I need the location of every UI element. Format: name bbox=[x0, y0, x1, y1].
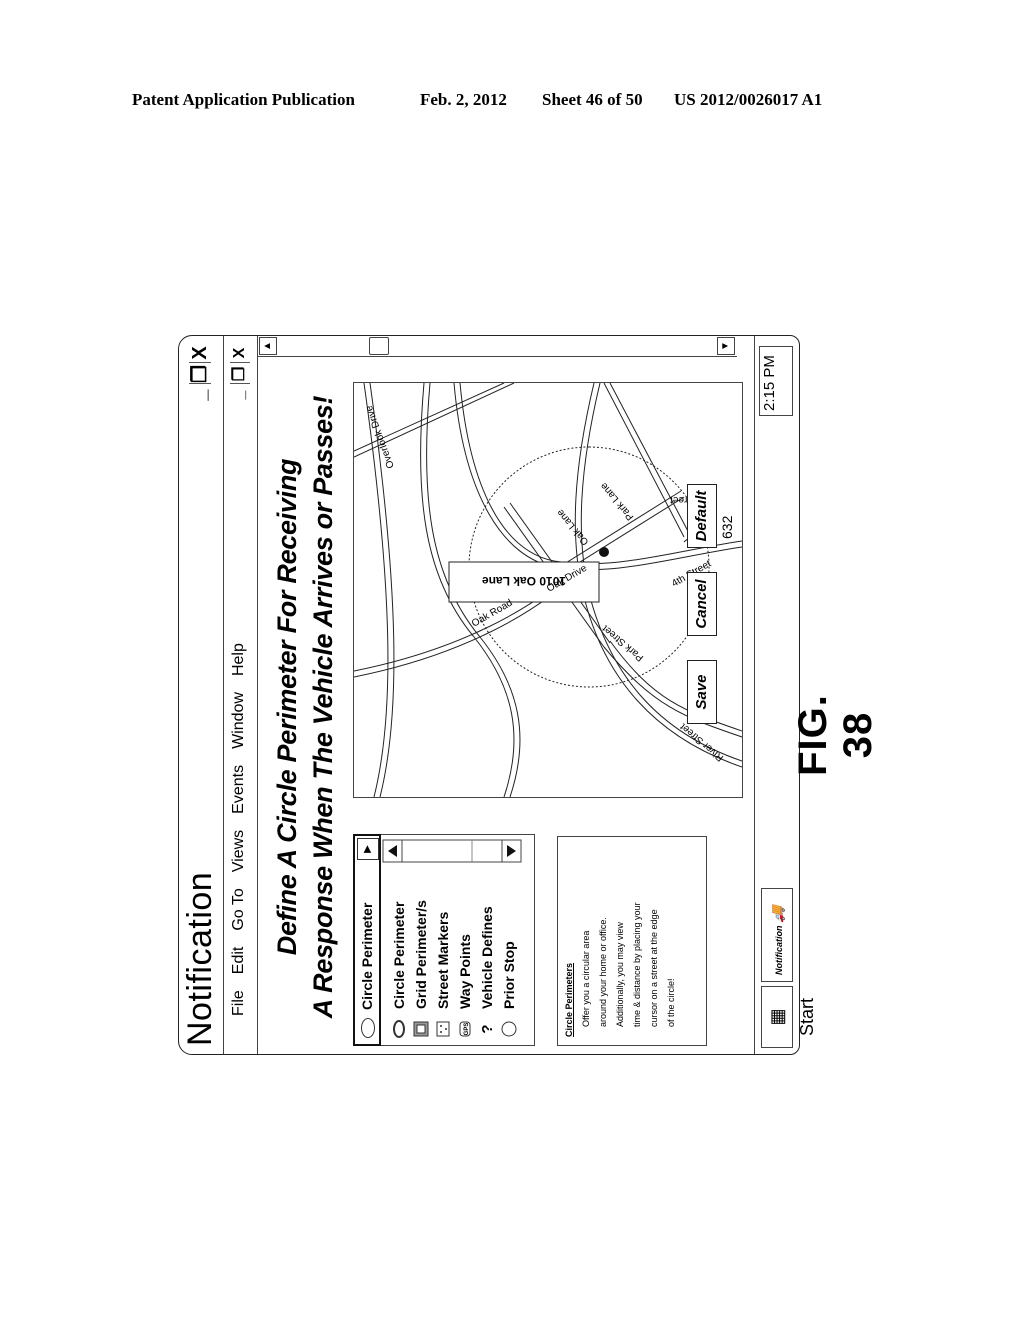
perimeter-type-panel: Circle Perimeter ▶ Circle Perimeter Grid… bbox=[353, 834, 535, 1046]
save-button[interactable]: Save bbox=[687, 660, 717, 724]
option-way-points[interactable]: GPS Way Points bbox=[454, 900, 476, 1039]
scroll-down-arrow-icon[interactable]: ▼ bbox=[717, 337, 735, 355]
figure-label-container: FIG. 38 bbox=[791, 640, 880, 780]
option-circle-perimeter[interactable]: Circle Perimeter bbox=[388, 900, 410, 1039]
dropdown-selected: Circle Perimeter bbox=[359, 902, 375, 1010]
info-line: of the circle! bbox=[666, 978, 676, 1027]
info-line: time & distance by placing your bbox=[632, 902, 642, 1027]
doc-close-button[interactable]: X bbox=[230, 344, 250, 363]
action-buttons: Save Cancel Default bbox=[687, 484, 717, 724]
menu-help[interactable]: Help bbox=[230, 643, 248, 676]
info-line: Offer you a circular area bbox=[581, 930, 591, 1027]
publication-label: Patent Application Publication bbox=[132, 90, 355, 109]
info-line: around your home or office. bbox=[598, 917, 608, 1027]
close-button[interactable]: X bbox=[189, 344, 211, 363]
option-label: Prior Stop bbox=[501, 941, 517, 1009]
menu-views[interactable]: Views bbox=[230, 830, 248, 872]
page-heading: Define A Circle Perimeter For Receiving … bbox=[269, 360, 341, 1054]
option-label: Circle Perimeter bbox=[391, 901, 407, 1009]
option-vehicle-defines[interactable]: ? Vehicle Defines bbox=[476, 900, 498, 1039]
heading-line-2: A Response When The Vehicle Arrives or P… bbox=[308, 395, 338, 1019]
ellipse-icon bbox=[391, 1019, 407, 1039]
document-controls: _ ❐ X bbox=[230, 344, 250, 404]
windows-logo-icon: ▦ bbox=[767, 1008, 787, 1026]
option-label: Street Markers bbox=[435, 911, 451, 1009]
option-prior-stop[interactable]: Prior Stop bbox=[498, 900, 520, 1039]
vertical-scrollbar[interactable]: ▲ ▼ bbox=[257, 336, 737, 357]
option-label: Way Points bbox=[457, 934, 473, 1009]
cancel-button[interactable]: Cancel bbox=[687, 572, 717, 636]
menu-events[interactable]: Events bbox=[230, 765, 248, 814]
street-markers-icon bbox=[435, 1019, 451, 1039]
doc-restore-button[interactable]: ❐ bbox=[230, 365, 250, 384]
taskbar-item-notification[interactable]: Notification 🚚 bbox=[761, 888, 793, 982]
vehicle-icon: 🚚 bbox=[769, 905, 785, 923]
window-title: Notification bbox=[181, 871, 219, 1046]
circle-icon bbox=[501, 1019, 517, 1039]
info-line: cursor on a street at the edge bbox=[649, 909, 659, 1027]
question-icon: ? bbox=[478, 1024, 496, 1034]
task-label: Notification bbox=[774, 925, 784, 976]
patent-header: Patent Application Publication Feb. 2, 2… bbox=[132, 90, 892, 110]
option-street-markers[interactable]: Street Markers bbox=[432, 900, 454, 1039]
start-label: Start bbox=[797, 998, 817, 1037]
option-label: Grid Perimeter/s bbox=[413, 900, 429, 1009]
default-button[interactable]: Default bbox=[687, 484, 717, 548]
help-info-box: Circle Perimeters Offer you a circular a… bbox=[557, 836, 707, 1046]
location-marker bbox=[599, 547, 609, 557]
minimize-button[interactable]: _ bbox=[189, 386, 211, 404]
menu-go-to[interactable]: Go To bbox=[230, 888, 248, 930]
street-label: Oak Lane bbox=[555, 507, 592, 548]
reference-numeral: 632 bbox=[719, 515, 735, 539]
sheet-number: Sheet 46 of 50 bbox=[542, 90, 643, 109]
svg-text:GPS: GPS bbox=[464, 1023, 470, 1036]
map-canvas[interactable]: 1010 Oak Lane Overlook Drive Oak Road Oa… bbox=[353, 382, 743, 798]
menu-window[interactable]: Window bbox=[230, 692, 248, 749]
info-line: Additionally, you may view bbox=[615, 922, 625, 1027]
window-controls: _ ❐ X bbox=[189, 344, 211, 404]
heading-line-1: Define A Circle Perimeter For Receiving bbox=[272, 458, 302, 956]
menu-bar: File Edit Go To Views Events Window Help… bbox=[223, 336, 258, 1054]
doc-minimize-button[interactable]: _ bbox=[230, 386, 250, 404]
ellipse-icon bbox=[361, 1018, 375, 1038]
perimeter-options-list: Circle Perimeter Grid Perimeter/s Street… bbox=[388, 900, 520, 1039]
publication-date: Feb. 2, 2012 bbox=[420, 90, 507, 109]
info-title: Circle Perimeters bbox=[564, 962, 574, 1037]
app-window: Notification _ ❐ X File Edit Go To Views… bbox=[178, 335, 817, 1055]
perimeter-type-dropdown[interactable]: Circle Perimeter ▶ bbox=[353, 834, 381, 1046]
scroll-up-arrow-icon[interactable]: ▲ bbox=[259, 337, 277, 355]
option-label: Vehicle Defines bbox=[479, 906, 495, 1009]
grid-square-icon bbox=[413, 1019, 429, 1039]
list-scrollbar[interactable] bbox=[382, 839, 522, 863]
menu-edit[interactable]: Edit bbox=[230, 947, 248, 975]
street-label: River Street bbox=[678, 721, 726, 764]
content-area: ▲ ▼ Define A Circle Perimeter For Receiv… bbox=[257, 336, 817, 1054]
title-bar: Notification _ ❐ X bbox=[179, 336, 224, 1054]
dropdown-arrow-icon[interactable]: ▶ bbox=[357, 838, 379, 860]
menu-file[interactable]: File bbox=[230, 990, 248, 1016]
restore-button[interactable]: ❐ bbox=[189, 365, 211, 384]
patent-number: US 2012/0026017 A1 bbox=[674, 90, 823, 109]
street-map[interactable]: 1010 Oak Lane Overlook Drive Oak Road Oa… bbox=[353, 382, 743, 798]
street-label: Park Lane bbox=[598, 480, 636, 522]
figure-window-wrapper: Notification _ ❐ X File Edit Go To Views… bbox=[178, 335, 817, 1055]
option-grid-perimeter[interactable]: Grid Perimeter/s bbox=[410, 900, 432, 1039]
scroll-thumb[interactable] bbox=[369, 337, 389, 355]
start-button[interactable]: ▦ Start bbox=[761, 986, 817, 1048]
system-clock: 2:15 PM bbox=[759, 346, 793, 416]
figure-label: FIG. 38 bbox=[791, 694, 880, 776]
gps-icon: GPS bbox=[457, 1019, 473, 1039]
